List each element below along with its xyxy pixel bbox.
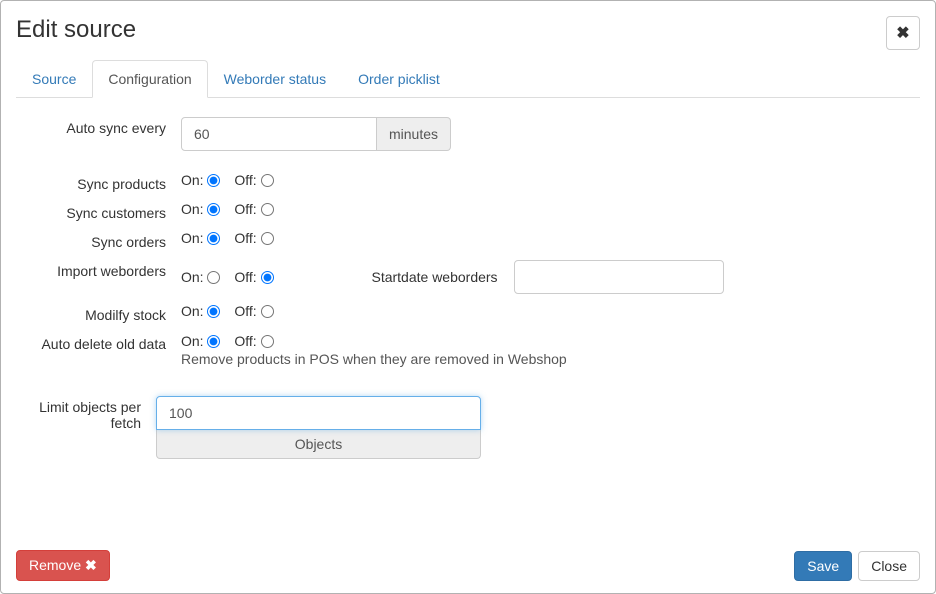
tab-order-picklist-link[interactable]: Order picklist	[342, 60, 456, 98]
auto-sync-row: Auto sync every minutes	[16, 113, 920, 151]
sync-orders-row: Sync orders On: Off:	[16, 227, 920, 250]
remove-button[interactable]: Remove ✖	[16, 550, 110, 581]
minutes-addon: minutes	[377, 117, 451, 151]
tab-configuration-link[interactable]: Configuration	[92, 60, 207, 98]
on-label: On:	[181, 269, 222, 285]
sync-customers-label: Sync customers	[16, 198, 181, 221]
off-label: Off:	[234, 333, 275, 349]
footer-right-buttons: Save Close	[794, 551, 920, 581]
sync-products-off-radio[interactable]	[261, 174, 274, 187]
tab-source: Source	[16, 60, 92, 98]
off-label: Off:	[234, 303, 275, 319]
sync-customers-on-radio[interactable]	[207, 203, 220, 216]
auto-delete-row: Auto delete old data On: Off: Remove pro…	[16, 329, 920, 367]
sync-orders-off-radio[interactable]	[261, 232, 274, 245]
on-label: On:	[181, 201, 222, 217]
startdate-weborders-input[interactable]	[514, 260, 724, 294]
import-weborders-on-radio[interactable]	[207, 271, 220, 284]
import-weborders-row: Import weborders On: Off: Startdate webo…	[16, 256, 920, 294]
import-weborders-label: Import weborders	[16, 256, 181, 279]
off-label: Off:	[234, 201, 275, 217]
tab-weborder-status-link[interactable]: Weborder status	[208, 60, 342, 98]
modify-stock-row: Modilfy stock On: Off:	[16, 300, 920, 323]
tab-order-picklist: Order picklist	[342, 60, 456, 98]
close-x-button[interactable]: ✖	[886, 16, 920, 50]
remove-icon: ✖	[85, 557, 97, 573]
sync-orders-label: Sync orders	[16, 227, 181, 250]
tab-list: Source Configuration Weborder status Ord…	[16, 60, 920, 98]
off-label: Off:	[234, 230, 275, 246]
edit-source-modal: Edit source ✖ Source Configuration Webor…	[0, 0, 936, 594]
sync-products-label: Sync products	[16, 169, 181, 192]
configuration-form: Auto sync every minutes Sync products On…	[16, 113, 920, 459]
save-button[interactable]: Save	[794, 551, 852, 581]
modal-header: Edit source ✖	[1, 1, 935, 60]
limit-objects-input[interactable]	[156, 396, 481, 430]
limit-objects-row: Limit objects per fetch Objects	[16, 392, 486, 459]
on-label: On:	[181, 230, 222, 246]
objects-addon: Objects	[156, 430, 481, 459]
auto-sync-label: Auto sync every	[16, 113, 181, 136]
on-label: On:	[181, 303, 222, 319]
on-label: On:	[181, 333, 222, 349]
auto-delete-on-radio[interactable]	[207, 335, 220, 348]
tab-source-link[interactable]: Source	[16, 60, 92, 98]
off-label: Off:	[234, 269, 275, 285]
sync-products-row: Sync products On: Off:	[16, 169, 920, 192]
modal-body: Source Configuration Weborder status Ord…	[1, 60, 935, 521]
startdate-weborders-label: Startdate weborders	[294, 269, 504, 285]
sync-customers-off-radio[interactable]	[261, 203, 274, 216]
modify-stock-on-radio[interactable]	[207, 305, 220, 318]
modify-stock-label: Modilfy stock	[16, 300, 181, 323]
sync-products-on-radio[interactable]	[207, 174, 220, 187]
limit-objects-label: Limit objects per fetch	[16, 392, 156, 431]
auto-delete-off-radio[interactable]	[261, 335, 274, 348]
tab-weborder-status: Weborder status	[208, 60, 342, 98]
tab-configuration: Configuration	[92, 60, 207, 98]
modal-footer: Remove ✖ Save Close	[1, 538, 935, 593]
close-icon: ✖	[896, 23, 909, 43]
sync-orders-on-radio[interactable]	[207, 232, 220, 245]
off-label: Off:	[234, 172, 275, 188]
auto-sync-input-group: minutes	[181, 117, 451, 151]
sync-customers-row: Sync customers On: Off:	[16, 198, 920, 221]
import-weborders-off-radio[interactable]	[261, 271, 274, 284]
auto-delete-help: Remove products in POS when they are rem…	[181, 351, 920, 367]
close-button[interactable]: Close	[858, 551, 920, 581]
auto-sync-input[interactable]	[181, 117, 377, 151]
modify-stock-off-radio[interactable]	[261, 305, 274, 318]
on-label: On:	[181, 172, 222, 188]
modal-title: Edit source	[16, 16, 920, 45]
horizontal-scrollbar[interactable]	[1, 521, 935, 538]
auto-delete-label: Auto delete old data	[16, 329, 181, 352]
